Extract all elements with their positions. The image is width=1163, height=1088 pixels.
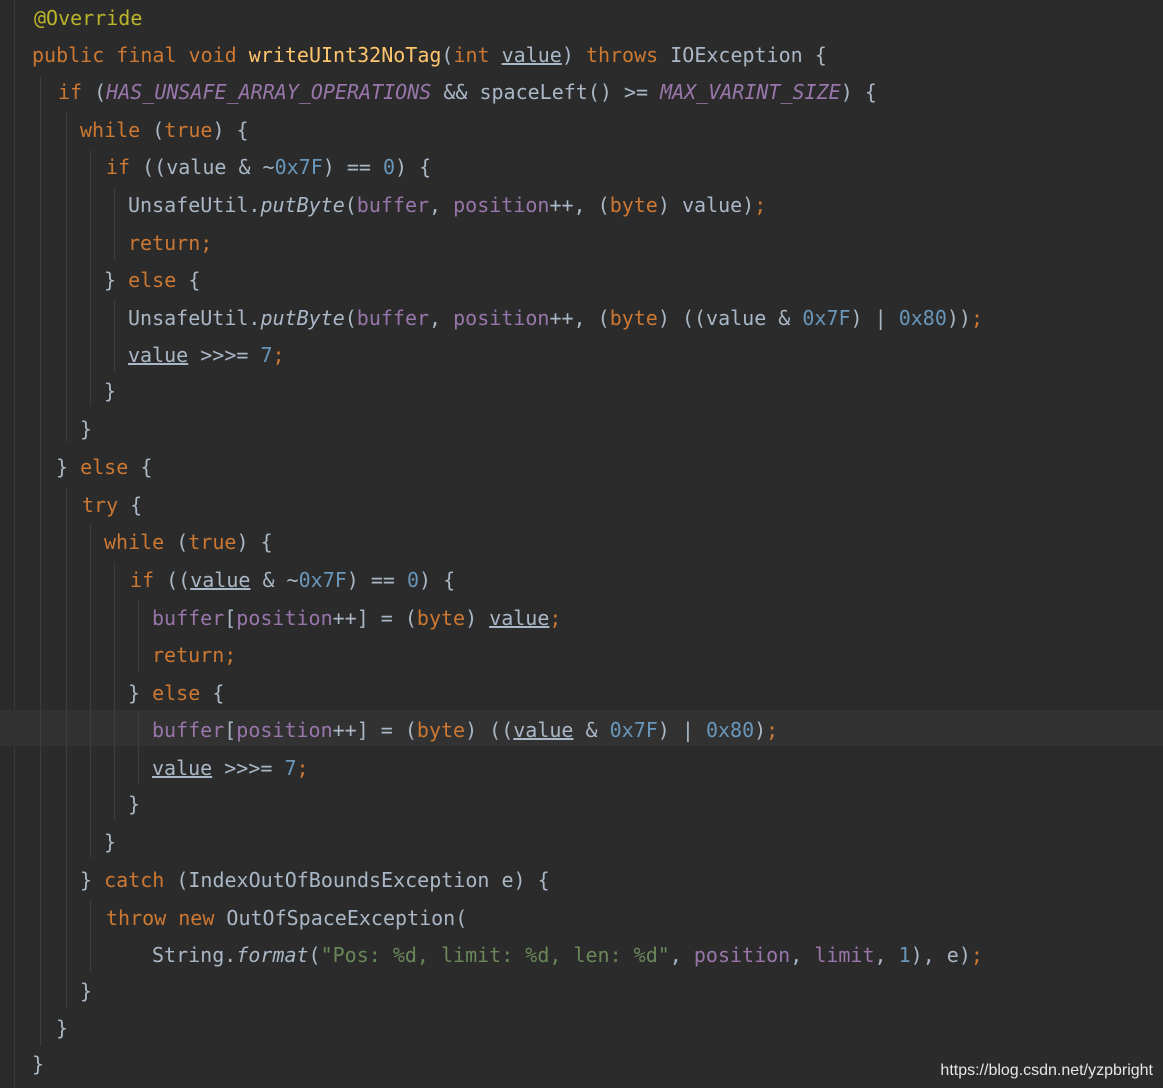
code-editor[interactable]: @Override public final void writeUInt32N… bbox=[0, 0, 1163, 1088]
indent-guide bbox=[40, 76, 41, 1046]
code-line-8[interactable]: } else { bbox=[104, 262, 200, 298]
code-line-5[interactable]: if ((value & ~0x7F) == 0) { bbox=[106, 149, 431, 185]
code-line-13[interactable]: } else { bbox=[56, 449, 152, 485]
code-line-12[interactable]: } bbox=[80, 411, 92, 447]
code-line-27[interactable]: } bbox=[80, 973, 92, 1009]
code-line-1[interactable]: @Override bbox=[34, 0, 142, 36]
code-line-20[interactable]: buffer[position++] = (byte) ((value & 0x… bbox=[152, 712, 778, 748]
code-line-22[interactable]: } bbox=[128, 786, 140, 822]
indent-guide bbox=[90, 900, 91, 972]
code-line-10[interactable]: value >>>= 7; bbox=[128, 337, 285, 373]
code-line-6[interactable]: UnsafeUtil.putByte(buffer, position++, (… bbox=[128, 187, 766, 223]
annotation-token: @Override bbox=[34, 6, 143, 30]
indent-guide bbox=[138, 712, 139, 784]
code-line-11[interactable]: } bbox=[104, 373, 116, 409]
code-line-3[interactable]: if (HAS_UNSAFE_ARRAY_OPERATIONS && space… bbox=[58, 74, 877, 110]
code-line-21[interactable]: value >>>= 7; bbox=[152, 750, 309, 786]
indent-guide bbox=[114, 562, 115, 820]
indent-guide bbox=[90, 150, 91, 406]
code-line-18[interactable]: return; bbox=[152, 637, 236, 673]
code-line-25[interactable]: throw new OutOfSpaceException( bbox=[106, 900, 467, 936]
code-line-16[interactable]: if ((value & ~0x7F) == 0) { bbox=[130, 562, 455, 598]
indent-guide bbox=[66, 112, 67, 442]
code-line-29[interactable]: } bbox=[32, 1046, 44, 1082]
code-line-26[interactable]: String.format("Pos: %d, limit: %d, len: … bbox=[152, 937, 983, 973]
code-line-24[interactable]: } catch (IndexOutOfBoundsException e) { bbox=[80, 862, 550, 898]
code-line-7[interactable]: return; bbox=[128, 225, 212, 261]
code-line-4[interactable]: while (true) { bbox=[80, 112, 249, 148]
code-line-15[interactable]: while (true) { bbox=[104, 524, 273, 560]
gutter-divider bbox=[14, 0, 15, 1088]
code-line-19[interactable]: } else { bbox=[128, 675, 224, 711]
indent-guide bbox=[114, 188, 115, 260]
code-line-9[interactable]: UnsafeUtil.putByte(buffer, position++, (… bbox=[128, 300, 983, 336]
watermark-text: https://blog.csdn.net/yzpbright bbox=[940, 1062, 1153, 1079]
code-line-17[interactable]: buffer[position++] = (byte) value; bbox=[152, 600, 561, 636]
code-line-14[interactable]: try { bbox=[82, 487, 142, 523]
code-line-23[interactable]: } bbox=[104, 824, 116, 860]
indent-guide bbox=[90, 524, 91, 858]
indent-guide bbox=[114, 300, 115, 372]
code-line-2[interactable]: public final void writeUInt32NoTag(int v… bbox=[32, 37, 827, 73]
code-line-28[interactable]: } bbox=[56, 1010, 68, 1046]
indent-guide bbox=[138, 600, 139, 672]
indent-guide bbox=[66, 488, 67, 1008]
